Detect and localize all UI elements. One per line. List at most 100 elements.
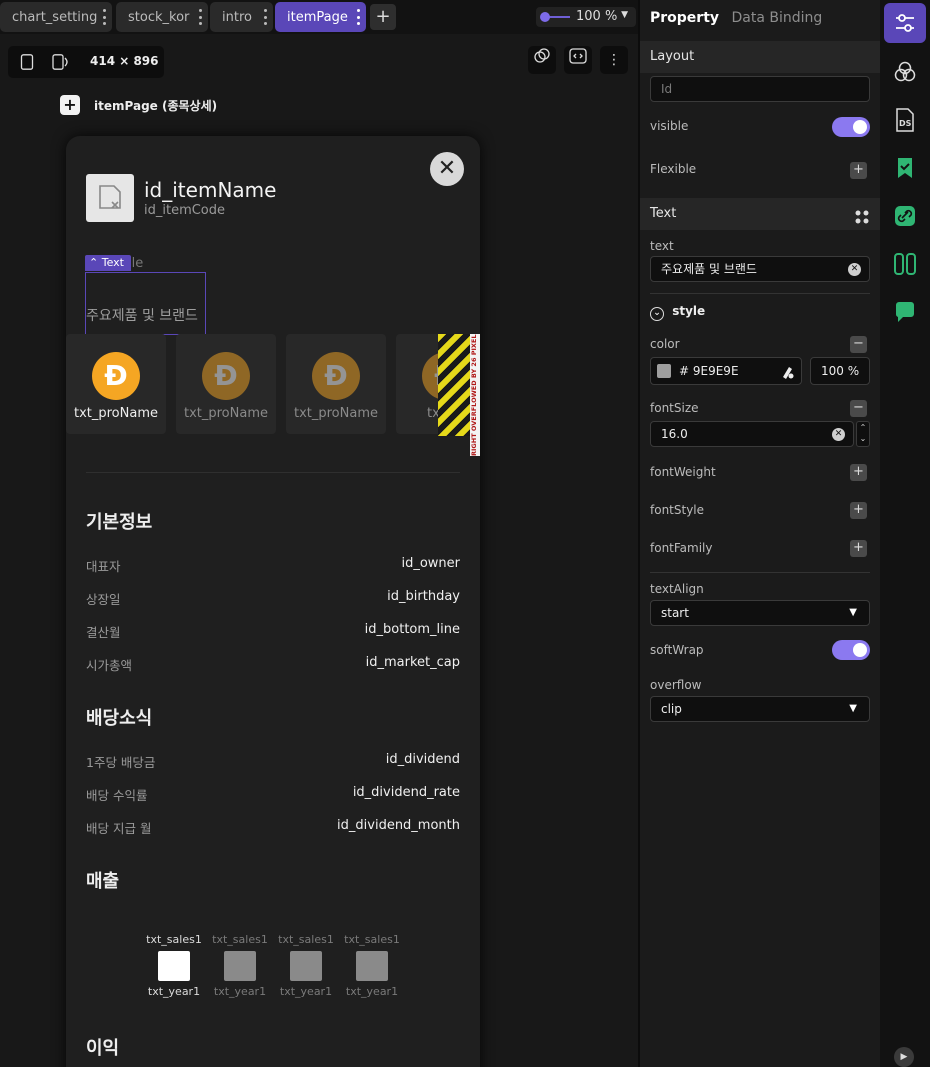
add-fontweight-button[interactable]: + <box>850 464 867 481</box>
divider <box>86 472 460 473</box>
theme-icon[interactable] <box>528 46 556 74</box>
rotate-device-icon[interactable] <box>52 54 70 73</box>
zoom-value: 100 % <box>576 9 618 24</box>
selected-text-widget[interactable]: 주요제품 및 브랜드 <box>85 272 206 335</box>
sales-label: txt_sales1 <box>344 933 400 946</box>
property-sliders-icon[interactable] <box>884 3 926 43</box>
phone-icon[interactable] <box>20 54 34 73</box>
visible-toggle[interactable] <box>832 117 870 137</box>
section-title-basic-info: 기본정보 <box>86 512 153 533</box>
svg-text:DS: DS <box>899 119 912 128</box>
chevron-down-icon[interactable]: ▼ <box>621 10 628 20</box>
sales-label: txt_sales1 <box>146 933 202 946</box>
id-field[interactable]: Id <box>650 76 870 102</box>
more-vertical-icon[interactable]: ⋮ <box>600 46 628 74</box>
clear-icon[interactable]: ✕ <box>832 428 845 441</box>
phone-preview[interactable]: ✕ id_itemName id_itemCode ile ⌃ Text 주요제… <box>66 136 480 1067</box>
tab-data-binding[interactable]: Data Binding <box>731 10 822 26</box>
fontsize-field[interactable]: 16.0 ✕ <box>650 421 854 447</box>
text-value: 주요제품 및 브랜드 <box>661 262 757 276</box>
section-title-profit: 이익 <box>86 1038 120 1059</box>
info-value: id_owner <box>401 556 460 571</box>
tab-label: chart_setting <box>12 9 98 25</box>
color-opacity-field[interactable]: 100 % <box>810 357 870 385</box>
device-toolbar: 414 × 896 <box>8 46 164 78</box>
tab-label: intro <box>222 9 252 25</box>
info-row: 배당 수익률 id_dividend_rate <box>86 785 460 803</box>
selected-widget-chip[interactable]: ⌃ Text <box>85 255 131 271</box>
zoom-slider-knob[interactable] <box>540 12 550 22</box>
visible-label: visible <box>650 119 689 133</box>
info-row: 배당 지급 월 id_dividend_month <box>86 818 460 836</box>
overflow-warning-text: RIGHT OVERFLOWED BY 26 PIXELS <box>470 334 480 456</box>
color-picker-icon[interactable] <box>781 358 795 384</box>
tab-stock-kor[interactable]: stock_kor <box>116 2 208 32</box>
info-row: 대표자 id_owner <box>86 556 460 574</box>
product-name: txt_proName <box>183 406 268 421</box>
more-vertical-icon[interactable] <box>356 9 360 25</box>
info-key: 배당 지급 월 <box>86 821 152 836</box>
overflow-value: clip <box>661 702 682 716</box>
theme-circles-icon[interactable] <box>884 52 926 92</box>
fontsize-stepper[interactable]: ⌃ ⌄ <box>856 421 870 447</box>
tab-intro[interactable]: intro <box>210 2 273 32</box>
info-value: id_bottom_line <box>364 622 460 637</box>
add-fontstyle-button[interactable]: + <box>850 502 867 519</box>
sales-item: txt_sales1 txt_year1 <box>212 931 268 1001</box>
textalign-value: start <box>661 606 689 620</box>
tab-chart-setting[interactable]: chart_setting <box>0 2 112 32</box>
color-field[interactable]: # 9E9E9E <box>650 357 802 385</box>
color-swatch[interactable] <box>657 364 671 378</box>
more-vertical-icon[interactable] <box>198 9 202 25</box>
sales-item: txt_sales1 txt_year1 <box>278 931 334 1001</box>
product-card[interactable]: Đ txt_proName <box>286 334 386 434</box>
product-card[interactable]: Đ txt_proName <box>176 334 276 434</box>
code-view-icon[interactable] <box>564 46 592 74</box>
text-label: text <box>650 239 674 253</box>
design-canvas[interactable]: 414 × 896 ⋮ + itemPage (종목상세) ✕ id_itemN… <box>0 34 638 1067</box>
close-button[interactable]: ✕ <box>430 152 464 186</box>
add-tab-button[interactable]: + <box>370 4 396 30</box>
add-widget-button[interactable]: + <box>60 95 80 115</box>
bookmark-check-icon[interactable] <box>884 148 926 188</box>
collapse-panel-icon[interactable]: ▶ <box>894 1047 914 1067</box>
drag-handle-icon[interactable] <box>854 206 870 238</box>
remove-color-button[interactable]: − <box>850 336 867 353</box>
chip-label: Text <box>101 256 124 269</box>
tab-property[interactable]: Property <box>650 10 719 26</box>
product-card[interactable]: Đ txt_proName <box>66 334 166 434</box>
product-name: txt_proName <box>293 406 378 421</box>
coin-icon: Đ <box>202 352 250 400</box>
clear-icon[interactable]: ✕ <box>848 263 861 276</box>
style-group-toggle[interactable]: ⌄ style <box>650 304 705 321</box>
color-opacity: 100 % <box>821 364 860 378</box>
overflow-select[interactable]: clip ▼ <box>650 696 870 722</box>
sales-bar <box>290 951 322 981</box>
sales-bar <box>224 951 256 981</box>
text-value-field[interactable]: 주요제품 및 브랜드 ✕ <box>650 256 870 282</box>
add-flexible-button[interactable]: + <box>850 162 867 179</box>
more-vertical-icon[interactable] <box>102 9 106 25</box>
info-row: 1주당 배당금 id_dividend <box>86 752 460 770</box>
softwrap-label: softWrap <box>650 643 704 657</box>
property-panel: Property Data Binding Layout Id visible … <box>640 0 880 1067</box>
columns-icon[interactable] <box>884 244 926 284</box>
remove-fontsize-button[interactable]: − <box>850 400 867 417</box>
fontstyle-label: fontStyle <box>650 503 705 517</box>
divider <box>650 572 870 573</box>
info-value: id_dividend_month <box>337 818 460 833</box>
info-row: 결산월 id_bottom_line <box>86 622 460 640</box>
comment-icon[interactable] <box>884 292 926 332</box>
year-label: txt_year1 <box>279 985 333 998</box>
zoom-control[interactable]: 100 % ▼ <box>536 7 636 27</box>
fontfamily-label: fontFamily <box>650 541 713 555</box>
selected-text-content: 주요제품 및 브랜드 <box>86 308 198 324</box>
textalign-select[interactable]: start ▼ <box>650 600 870 626</box>
product-list[interactable]: Đ txt_proName Đ txt_proName Đ txt_proNam… <box>66 334 480 436</box>
link-icon[interactable] <box>884 196 926 236</box>
more-vertical-icon[interactable] <box>263 9 267 25</box>
design-system-icon[interactable]: DS <box>884 100 926 140</box>
softwrap-toggle[interactable] <box>832 640 870 660</box>
add-fontfamily-button[interactable]: + <box>850 540 867 557</box>
tab-itempage[interactable]: itemPage <box>275 2 366 32</box>
